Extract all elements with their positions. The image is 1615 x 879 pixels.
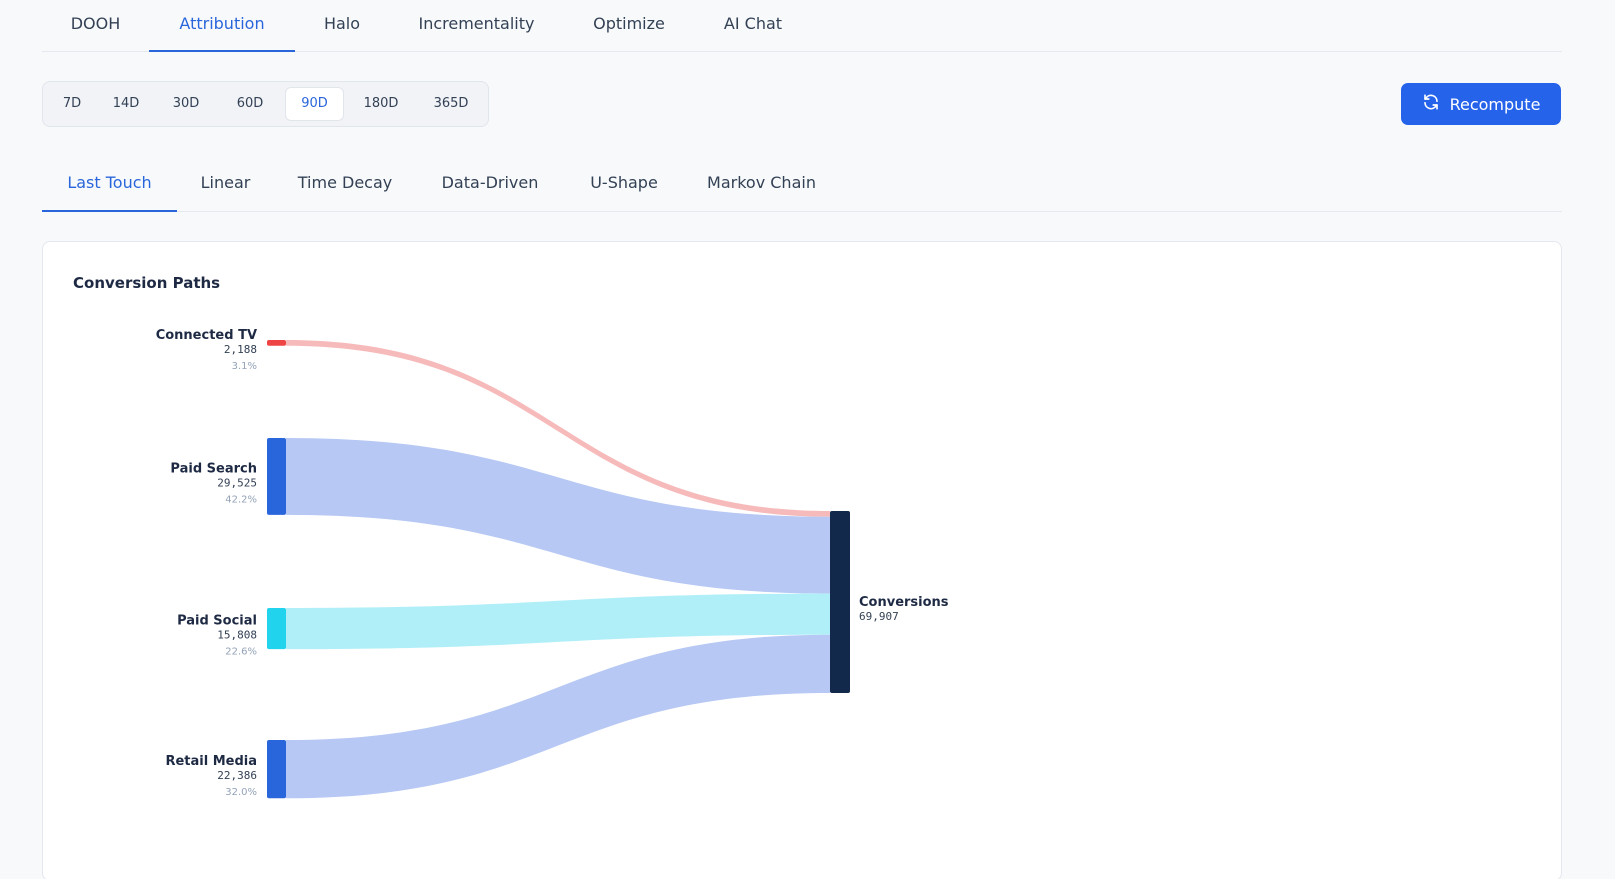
conversions-value: 69,907 xyxy=(859,610,899,623)
tab-halo[interactable]: Halo xyxy=(295,0,389,52)
tab-incrementality[interactable]: Incrementality xyxy=(389,0,564,52)
paid-social-label: Paid Social xyxy=(177,614,257,629)
conversions-label: Conversions xyxy=(859,595,949,610)
retail-media-value: 22,386 xyxy=(217,769,257,782)
retail-media-share: 32.0% xyxy=(225,787,257,798)
tab-ai-chat[interactable]: AI Chat xyxy=(694,0,812,52)
tab-u-shape[interactable]: U-Shape xyxy=(564,156,684,212)
recompute-label: Recompute xyxy=(1449,94,1541,114)
tab-optimize[interactable]: Optimize xyxy=(564,0,694,52)
connected-tv-share: 3.1% xyxy=(232,361,257,372)
tab-linear[interactable]: Linear xyxy=(177,156,274,212)
retail-media-flow-link xyxy=(286,634,830,799)
paid-social-node[interactable] xyxy=(267,608,286,650)
paid-search-node[interactable] xyxy=(267,438,286,515)
tab-attribution[interactable]: Attribution xyxy=(149,0,295,52)
conversions-node[interactable] xyxy=(830,511,850,693)
attribution-model-tabs: Last Touch Linear Time Decay Data-Driven… xyxy=(42,156,1562,212)
paid-search-label: Paid Search xyxy=(170,461,257,476)
refresh-icon xyxy=(1422,93,1440,115)
tab-last-touch[interactable]: Last Touch xyxy=(42,156,177,212)
paid-search-share: 42.2% xyxy=(225,494,257,505)
paid-search-value: 29,525 xyxy=(217,476,257,489)
range-14d-button[interactable]: 14D xyxy=(100,87,152,121)
paid-social-share: 22.6% xyxy=(225,647,257,658)
range-30d-button[interactable]: 30D xyxy=(159,87,213,121)
connected-tv-value: 2,188 xyxy=(224,343,257,356)
connected-tv-label: Connected TV xyxy=(156,328,257,343)
range-180d-button[interactable]: 180D xyxy=(351,87,411,121)
top-nav: DOOH Attribution Halo Incrementality Opt… xyxy=(42,0,1562,52)
range-365d-button[interactable]: 365D xyxy=(419,87,483,121)
tab-time-decay[interactable]: Time Decay xyxy=(274,156,416,212)
tab-markov-chain[interactable]: Markov Chain xyxy=(684,156,839,212)
range-60d-button[interactable]: 60D xyxy=(223,87,277,121)
recompute-button[interactable]: Recompute xyxy=(1401,83,1561,125)
date-range-selector: 7D 14D 30D 60D 90D 180D 365D xyxy=(42,81,489,127)
tab-dooh[interactable]: DOOH xyxy=(42,0,149,52)
conversion-paths-card: Conversion Paths Connected TV 2,188 3.1% Pa… xyxy=(42,241,1562,879)
range-90d-button[interactable]: 90D xyxy=(285,87,344,121)
app-root: DOOH Attribution Halo Incrementality Opt… xyxy=(0,0,1615,879)
retail-media-node[interactable] xyxy=(267,740,286,799)
range-7d-button[interactable]: 7D xyxy=(49,87,95,121)
paid-search-flow-link xyxy=(286,438,830,594)
retail-media-label: Retail Media xyxy=(165,754,257,769)
tab-data-driven[interactable]: Data-Driven xyxy=(416,156,564,212)
conversion-paths-sankey: Connected TV2,188 3.1% Paid Search29,525 42… xyxy=(156,328,949,799)
paid-social-value: 15,808 xyxy=(217,629,257,642)
connected-tv-node[interactable] xyxy=(267,340,286,346)
